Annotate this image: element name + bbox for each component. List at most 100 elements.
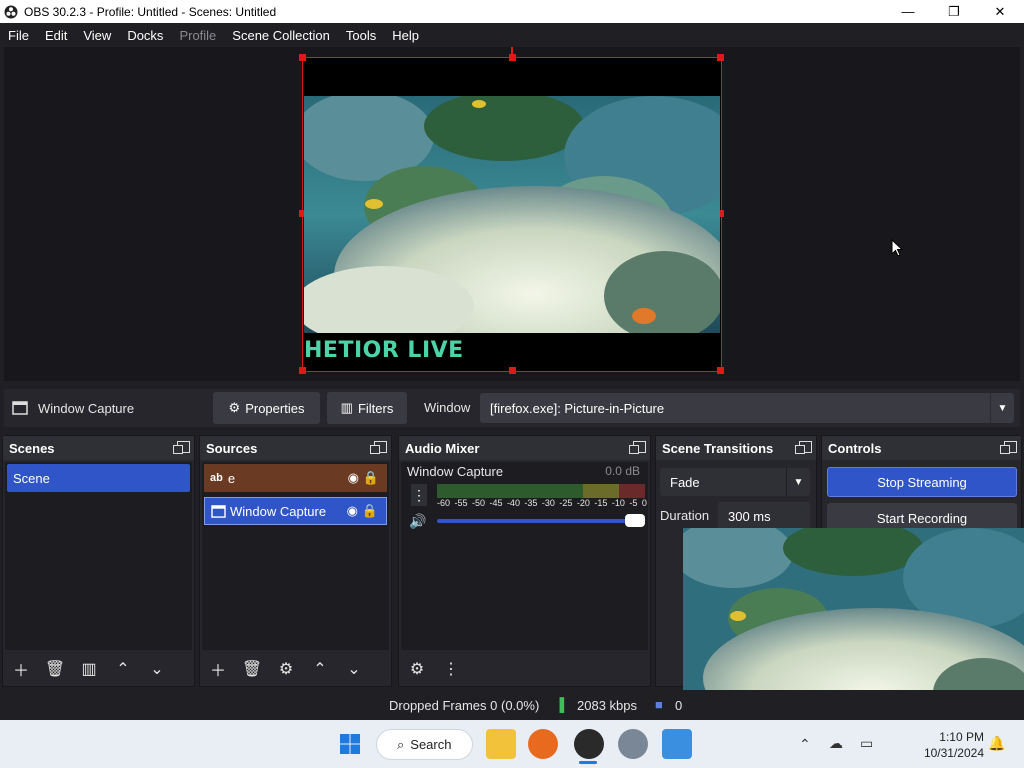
- file-explorer-icon[interactable]: [486, 729, 516, 759]
- filters-label: Filters: [357, 400, 394, 416]
- eye-icon[interactable]: ◉: [348, 470, 359, 486]
- obs-taskbar-icon[interactable]: [574, 729, 604, 759]
- audio-settings-button[interactable]: ⚙: [405, 657, 429, 681]
- down-icon: ⌄: [150, 661, 164, 678]
- volume-slider[interactable]: [437, 519, 637, 523]
- mixer-channel-name: Window Capture: [407, 464, 504, 479]
- menu-tools[interactable]: Tools: [338, 28, 384, 43]
- menu-help[interactable]: Help: [384, 28, 427, 43]
- transitions-title: Scene Transitions: [662, 440, 774, 456]
- audio-mixer-title: Audio Mixer: [405, 440, 480, 456]
- move-scene-down-button[interactable]: ⌄: [145, 657, 169, 681]
- remove-scene-button[interactable]: 🗑: [43, 657, 67, 681]
- maximize-icon[interactable]: ❐: [931, 0, 977, 23]
- tick-label: -50: [471, 498, 485, 508]
- active-app-indicator: [579, 761, 597, 764]
- network-icon[interactable]: ▭: [860, 735, 873, 752]
- resize-handle[interactable]: [299, 367, 306, 374]
- gear-icon: ⚙: [409, 661, 425, 678]
- add-scene-button[interactable]: ＋: [9, 657, 33, 681]
- minimize-icon[interactable]: —: [885, 0, 931, 23]
- tick-label: -10: [611, 498, 625, 508]
- notepad-icon[interactable]: [662, 729, 692, 759]
- rotation-handle[interactable]: [511, 47, 513, 57]
- undock-icon[interactable]: [795, 441, 812, 454]
- stop-streaming-button[interactable]: Stop Streaming: [827, 467, 1017, 497]
- source-properties-button[interactable]: ⚙: [274, 657, 298, 681]
- bell-icon[interactable]: 🔔: [988, 735, 1005, 752]
- undock-icon[interactable]: [1000, 441, 1017, 454]
- cloud-icon[interactable]: ☁: [829, 735, 843, 752]
- tick-label: -45: [489, 498, 503, 508]
- transition-select[interactable]: Fade ▼: [660, 468, 810, 496]
- trash-icon: 🗑: [241, 661, 263, 678]
- eye-icon[interactable]: ◉: [347, 503, 358, 519]
- chevron-down-icon[interactable]: ▼: [786, 468, 810, 496]
- scene-item[interactable]: Scene: [7, 464, 190, 492]
- window-capture-icon: [12, 401, 28, 415]
- source-item-window-capture[interactable]: Window Capture ◉ 🔒: [204, 497, 387, 525]
- move-scene-up-button[interactable]: ⌃: [111, 657, 135, 681]
- resize-handle[interactable]: [717, 367, 724, 374]
- tick-label: -55: [454, 498, 468, 508]
- gear-icon: ⚙: [228, 400, 241, 415]
- text-source-icon: ab: [210, 472, 223, 484]
- properties-label: Properties: [245, 400, 305, 416]
- dropped-frames: Dropped Frames 0 (0.0%): [389, 698, 540, 713]
- search-icon: ⌕: [397, 736, 405, 752]
- move-source-up-button[interactable]: ⌃: [308, 657, 332, 681]
- undock-icon[interactable]: [629, 441, 646, 454]
- overlay-text: HETIOR LIVE: [304, 338, 464, 363]
- filters-icon: ▥: [81, 661, 97, 678]
- resize-handle[interactable]: [299, 54, 306, 61]
- resize-handle[interactable]: [717, 54, 724, 61]
- lock-icon[interactable]: 🔒: [362, 503, 378, 519]
- chevron-down-icon[interactable]: ▼: [990, 393, 1014, 423]
- menu-docks[interactable]: Docks: [119, 28, 171, 43]
- move-source-down-button[interactable]: ⌄: [342, 657, 366, 681]
- duration-input[interactable]: 300 ms: [718, 502, 810, 530]
- source-item-text[interactable]: ab e ◉ 🔒: [204, 464, 387, 492]
- speaker-icon[interactable]: 🔊: [409, 513, 426, 530]
- tick-label: -15: [594, 498, 608, 508]
- mixer-menu-button[interactable]: ⋮: [411, 484, 427, 506]
- tick-label: -40: [506, 498, 520, 508]
- menu-view[interactable]: View: [75, 28, 119, 43]
- properties-button[interactable]: ⚙ Properties: [213, 392, 320, 424]
- stream-icon: ■: [655, 697, 663, 712]
- menu-file[interactable]: File: [0, 28, 37, 43]
- undock-icon[interactable]: [173, 441, 190, 454]
- taskbar-search[interactable]: ⌕ Search: [376, 729, 473, 760]
- menu-edit[interactable]: Edit: [37, 28, 75, 43]
- firefox-icon[interactable]: [528, 729, 558, 759]
- taskbar-date: 10/31/2024: [923, 746, 984, 760]
- plus-icon: ＋: [12, 663, 29, 680]
- chevron-up-icon[interactable]: ⌃: [799, 736, 811, 753]
- duration-label: Duration: [660, 508, 710, 523]
- menu-scene-collection[interactable]: Scene Collection: [224, 28, 338, 43]
- filters-icon: ▥: [340, 400, 353, 415]
- undock-icon[interactable]: [370, 441, 387, 454]
- close-icon[interactable]: ✕: [977, 0, 1023, 23]
- windows-start-icon[interactable]: [335, 729, 365, 759]
- filters-button[interactable]: ▥ Filters: [327, 392, 407, 424]
- volume-meter: [437, 484, 645, 498]
- resize-handle[interactable]: [509, 367, 516, 374]
- window-select[interactable]: [firefox.exe]: Picture-in-Picture ▼: [480, 393, 1014, 423]
- mouse-cursor: [891, 239, 903, 257]
- window-select-value: [firefox.exe]: Picture-in-Picture: [490, 400, 665, 416]
- bitrate: 2083 kbps: [577, 698, 637, 713]
- mixer-level: 0.0 dB: [605, 464, 640, 478]
- settings-icon[interactable]: [618, 729, 648, 759]
- lock-icon[interactable]: 🔒: [363, 470, 379, 486]
- remove-source-button[interactable]: 🗑: [240, 657, 264, 681]
- window-capture-icon: [211, 504, 226, 518]
- tick-label: -20: [576, 498, 590, 508]
- audio-menu-button[interactable]: ⋮: [439, 657, 463, 681]
- menu-profile[interactable]: Profile: [171, 28, 224, 43]
- source-name: e: [227, 470, 236, 486]
- taskbar-time: 1:10 PM: [939, 730, 984, 744]
- volume-slider-thumb[interactable]: [625, 514, 645, 527]
- scene-filters-button[interactable]: ▥: [77, 657, 101, 681]
- add-source-button[interactable]: ＋: [206, 657, 230, 681]
